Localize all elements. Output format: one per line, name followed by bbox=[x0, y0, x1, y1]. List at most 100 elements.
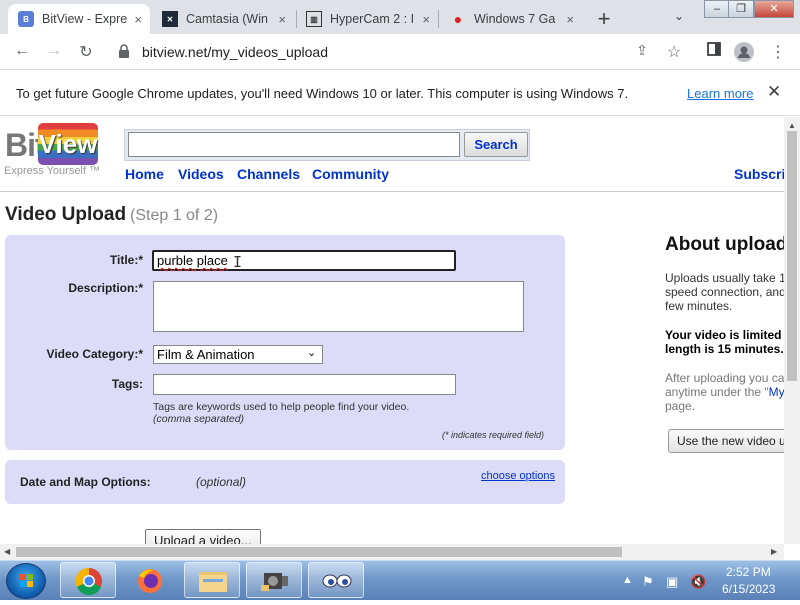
taskbar-firefox[interactable] bbox=[122, 562, 178, 598]
taskbar-hypercam[interactable] bbox=[246, 562, 302, 598]
use-new-video-uploader-button[interactable]: Use the new video u bbox=[668, 429, 784, 453]
network-icon[interactable]: ▣ bbox=[666, 574, 678, 590]
page-title: Video Upload bbox=[5, 204, 127, 225]
side-panel-icon[interactable] bbox=[704, 42, 724, 61]
date-map-label: Date and Map Options: bbox=[20, 475, 151, 489]
my-videos-link[interactable]: My bbox=[769, 385, 784, 399]
taskbar-chrome[interactable] bbox=[60, 562, 116, 598]
firefox-icon bbox=[138, 569, 162, 593]
nav-home[interactable]: Home bbox=[125, 166, 164, 182]
upload-video-button[interactable]: Upload a video... bbox=[145, 529, 261, 544]
tab-hypercam[interactable]: ▥ HyperCam 2 : I × bbox=[296, 4, 438, 34]
vertical-scroll-thumb[interactable] bbox=[787, 131, 797, 381]
reload-icon[interactable]: ↻ bbox=[76, 42, 96, 62]
clock-date[interactable]: 6/15/2023 bbox=[722, 582, 775, 596]
action-center-flag-icon[interactable]: ⚑ bbox=[642, 574, 654, 590]
horizontal-scroll-thumb[interactable] bbox=[16, 547, 622, 557]
nav-community[interactable]: Community bbox=[312, 166, 389, 182]
browser-toolbar: ← → ↻ bitview.net/my_videos_upload ⇪ ☆ ⋮ bbox=[0, 34, 800, 70]
forward-arrow-icon[interactable]: → bbox=[44, 42, 64, 60]
close-tab-icon[interactable]: × bbox=[566, 12, 574, 27]
after-upload-line: After uploading you ca bbox=[665, 371, 784, 385]
start-button[interactable] bbox=[6, 563, 46, 599]
bookmark-star-icon[interactable]: ☆ bbox=[664, 42, 684, 62]
category-label: Video Category:* bbox=[46, 347, 143, 361]
back-arrow-icon[interactable]: ← bbox=[12, 42, 32, 60]
infobar-close-icon[interactable]: ✕ bbox=[767, 82, 781, 102]
tags-label: Tags: bbox=[111, 377, 143, 391]
profile-avatar-icon[interactable] bbox=[734, 42, 754, 67]
bitview-favicon-icon: B bbox=[18, 11, 34, 27]
tab-label: Camtasia (Win bbox=[186, 12, 268, 26]
step-indicator: (Step 1 of 2) bbox=[130, 207, 219, 224]
after-upload-line: page. bbox=[665, 399, 696, 413]
windows7-games-favicon-icon: ● bbox=[453, 11, 463, 27]
title-input[interactable]: purble place bbox=[152, 250, 456, 271]
about-text-line: Uploads usually take 1 bbox=[665, 271, 784, 285]
tab-camtasia[interactable]: ✕ Camtasia (Win × bbox=[152, 4, 294, 34]
close-tab-icon[interactable]: × bbox=[278, 12, 286, 27]
page-viewport: Bit View Express Yourself ™ Search Home … bbox=[0, 117, 784, 544]
close-tab-icon[interactable]: × bbox=[422, 12, 430, 27]
required-field-note: (* indicates required field) bbox=[442, 430, 545, 440]
nav-videos[interactable]: Videos bbox=[178, 166, 224, 182]
windows-logo-icon bbox=[20, 574, 33, 587]
search-button[interactable]: Search bbox=[464, 132, 528, 157]
camtasia-favicon-icon: ✕ bbox=[162, 11, 178, 27]
category-select[interactable]: Film & Animation bbox=[153, 345, 323, 364]
share-icon[interactable]: ⇪ bbox=[632, 42, 652, 59]
chrome-icon bbox=[75, 567, 102, 595]
scroll-right-arrow-icon[interactable]: ▶ bbox=[771, 547, 777, 556]
windows-taskbar bbox=[0, 560, 800, 600]
date-map-optional: (optional) bbox=[196, 475, 247, 489]
restore-button[interactable]: ❐ bbox=[728, 0, 754, 18]
tab-windows7-games[interactable]: ● Windows 7 Ga × bbox=[440, 4, 582, 34]
scroll-up-arrow-icon[interactable]: ▲ bbox=[788, 121, 796, 130]
nav-channels[interactable]: Channels bbox=[237, 166, 300, 182]
browser-tab-strip: B BitView - Expre × ✕ Camtasia (Win × ▥ … bbox=[0, 0, 800, 34]
tab-bitview[interactable]: B BitView - Expre × bbox=[8, 4, 150, 34]
search-input[interactable] bbox=[128, 132, 460, 157]
learn-more-link[interactable]: Learn more bbox=[687, 86, 753, 101]
taskbar-purble-place[interactable] bbox=[308, 562, 364, 598]
nav-subscriptions[interactable]: Subscrip bbox=[734, 166, 784, 182]
about-text-line: speed connection, and bbox=[665, 285, 784, 299]
tags-help-note: (comma separated) bbox=[153, 413, 245, 425]
choose-options-link[interactable]: choose options bbox=[481, 470, 555, 482]
clock-time[interactable]: 2:52 PM bbox=[726, 565, 771, 579]
hypercam-favicon-icon: ▥ bbox=[306, 11, 322, 27]
dropdown-arrow-icon[interactable]: ⌄ bbox=[307, 346, 316, 359]
description-label: Description:* bbox=[68, 281, 143, 295]
after-upload-text: anytime under the " bbox=[665, 385, 769, 399]
volume-muted-icon[interactable]: 🔇 bbox=[690, 574, 706, 590]
logo-view-badge[interactable]: View bbox=[38, 123, 98, 165]
nav-divider bbox=[0, 191, 784, 192]
tab-divider bbox=[438, 10, 439, 28]
infobar-message: To get future Google Chrome updates, you… bbox=[16, 86, 629, 101]
after-upload-line: anytime under the "My bbox=[665, 385, 784, 399]
address-bar[interactable]: bitview.net/my_videos_upload bbox=[108, 38, 698, 66]
about-upload-heading: About upload bbox=[665, 234, 784, 255]
scroll-left-arrow-icon[interactable]: ◀ bbox=[4, 547, 10, 556]
site-tagline: Express Yourself ™ bbox=[4, 165, 100, 177]
tab-search-chevron-icon[interactable]: ⌄ bbox=[674, 9, 684, 23]
about-text-line: few minutes. bbox=[665, 299, 733, 313]
new-tab-button[interactable]: + bbox=[592, 6, 616, 32]
category-selected-value: Film & Animation bbox=[157, 347, 255, 362]
taskbar-explorer[interactable] bbox=[184, 562, 240, 598]
close-tab-icon[interactable]: × bbox=[134, 12, 142, 27]
length-limit-line: length is 15 minutes. bbox=[665, 342, 784, 356]
minimize-button[interactable]: – bbox=[704, 0, 730, 18]
lock-icon bbox=[118, 44, 130, 63]
description-textarea[interactable] bbox=[153, 281, 524, 332]
chrome-update-infobar: To get future Google Chrome updates, you… bbox=[0, 71, 800, 116]
length-limit-line: Your video is limited bbox=[665, 328, 782, 342]
more-menu-icon[interactable]: ⋮ bbox=[768, 42, 788, 62]
tab-label: HyperCam 2 : I bbox=[330, 12, 415, 26]
tags-input[interactable] bbox=[153, 374, 456, 395]
close-window-button[interactable]: ✕ bbox=[754, 0, 794, 18]
show-hidden-icons-arrow-icon[interactable]: ▲ bbox=[622, 574, 633, 586]
tab-label: Windows 7 Ga bbox=[474, 12, 556, 26]
text-cursor-icon: I bbox=[233, 253, 243, 271]
folder-icon bbox=[199, 572, 227, 592]
